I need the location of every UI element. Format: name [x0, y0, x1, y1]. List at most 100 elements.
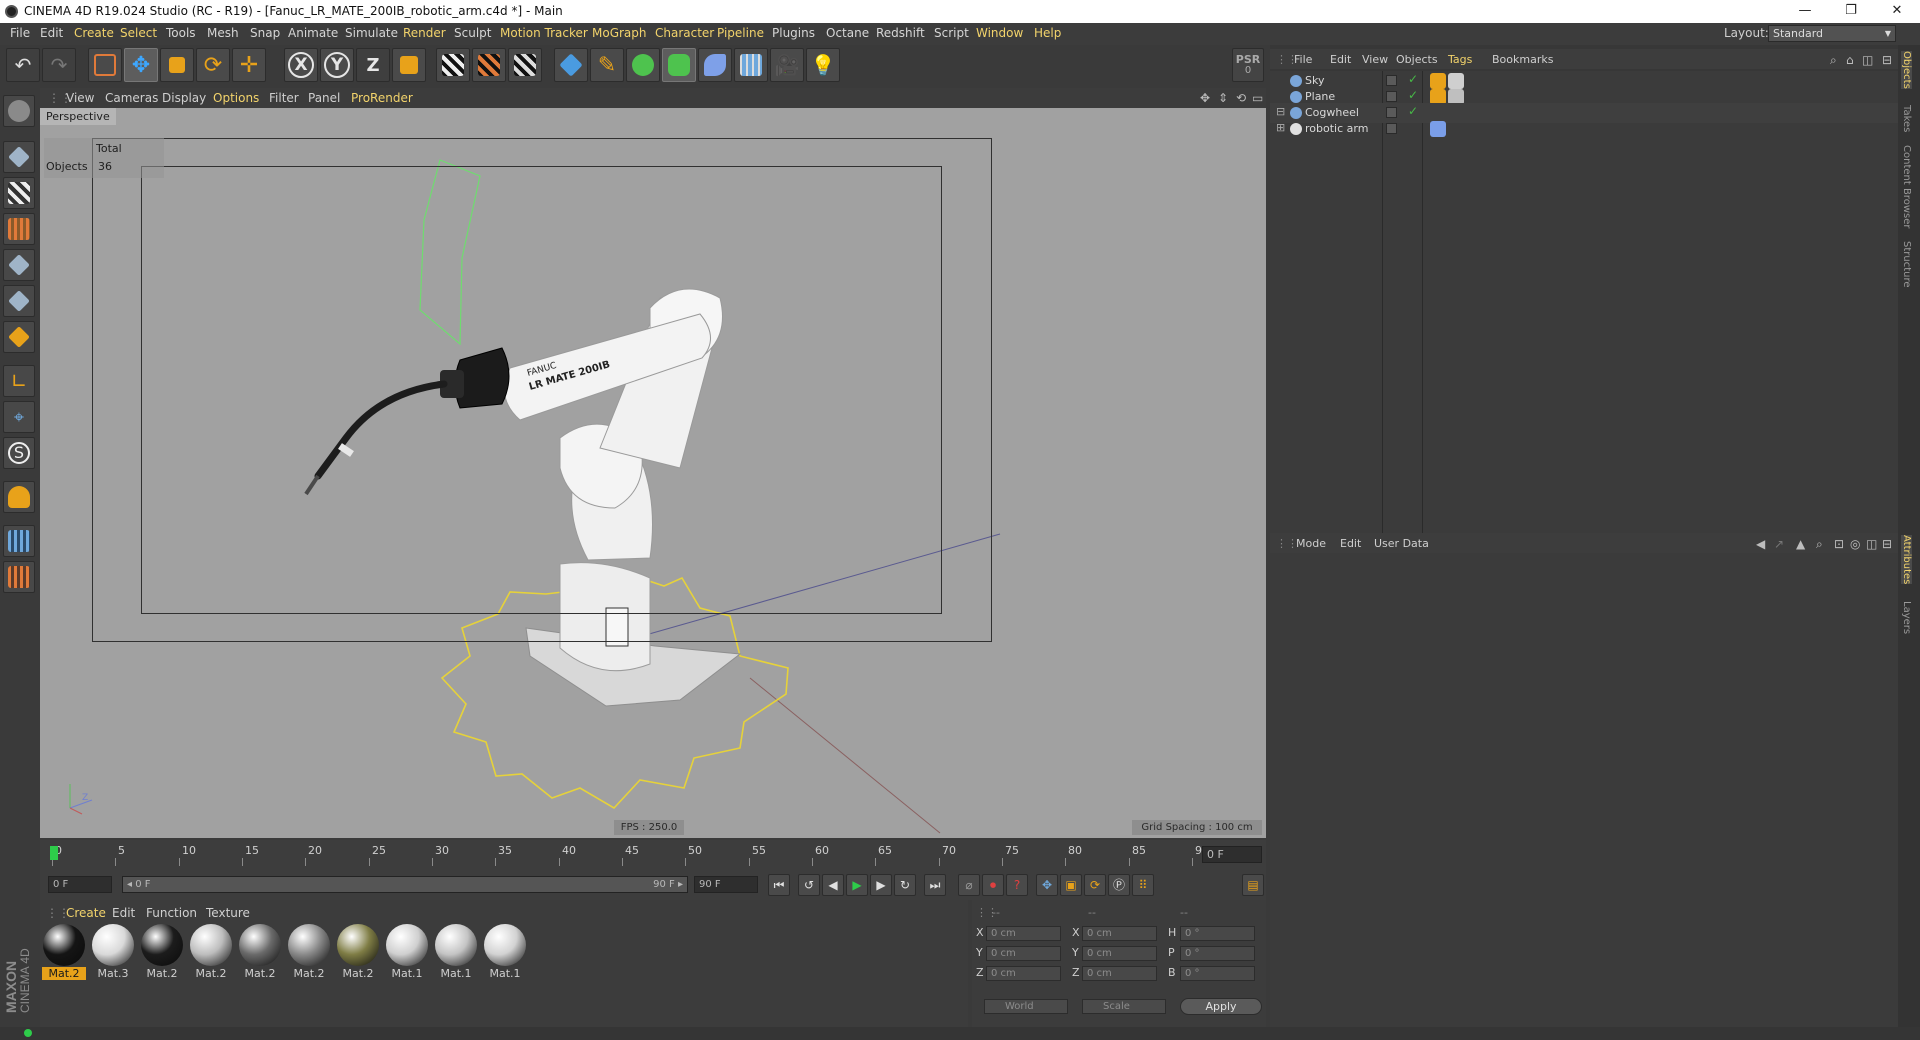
frame-range-slider[interactable]: ◂ 0 F 90 F ▸	[122, 876, 688, 893]
next-key-button[interactable]: ↻	[894, 874, 916, 896]
timeline-window-button[interactable]: ▤	[1242, 874, 1264, 896]
forward-arrow-icon[interactable]: ↗	[1774, 537, 1784, 551]
material-menu-texture[interactable]: Texture	[206, 906, 250, 920]
key-scale-button[interactable]: ▣	[1060, 874, 1082, 896]
side-tab-attributes[interactable]: Attributes	[1901, 535, 1912, 585]
subdivision-surface-button[interactable]	[626, 48, 660, 82]
planar-workplane-button[interactable]	[3, 561, 35, 593]
attribute-menu-edit[interactable]: Edit	[1340, 537, 1361, 550]
rotation-p-field[interactable]: 0 °	[1180, 946, 1255, 961]
up-arrow-icon[interactable]: ▲	[1796, 537, 1805, 551]
object-menu-edit[interactable]: Edit	[1330, 53, 1351, 66]
goto-start-button[interactable]: ⏮	[768, 874, 790, 896]
perspective-viewport[interactable]: FANUC LR MATE 200IB Perspective Total Ob…	[40, 108, 1266, 838]
tag-icon[interactable]	[1430, 121, 1446, 137]
menu-render[interactable]: Render	[403, 26, 446, 40]
texture-mode-button[interactable]	[3, 177, 35, 209]
new-view-icon[interactable]: ◫	[1866, 537, 1877, 551]
material-swatch[interactable]: Mat.1	[483, 924, 527, 982]
move-tool-button[interactable]: ✥	[124, 48, 158, 82]
end-frame-field[interactable]: 90 F	[694, 876, 758, 893]
menu-character[interactable]: Character	[655, 26, 714, 40]
magnet-button[interactable]	[3, 481, 35, 513]
deformer-button[interactable]	[698, 48, 732, 82]
material-menu-edit[interactable]: Edit	[112, 906, 135, 920]
make-editable-button[interactable]	[3, 95, 35, 127]
layer-visibility-toggle[interactable]	[1386, 75, 1397, 86]
attribute-menu-mode[interactable]: Mode	[1296, 537, 1326, 550]
enabled-check-icon[interactable]: ✓	[1408, 72, 1418, 86]
scale-tool-button[interactable]	[160, 48, 194, 82]
menu-file[interactable]: File	[10, 26, 30, 40]
material-swatch[interactable]: Mat.2	[287, 924, 331, 982]
object-menu-objects[interactable]: Objects	[1396, 53, 1438, 66]
close-button[interactable]: ✕	[1874, 0, 1920, 23]
menu-help[interactable]: Help	[1034, 26, 1061, 40]
menu-simulate[interactable]: Simulate	[345, 26, 398, 40]
menu-window[interactable]: Window	[976, 26, 1023, 40]
keyframe-selection-button[interactable]: ⌀	[958, 874, 980, 896]
close-panel-icon[interactable]: ⊟	[1882, 537, 1892, 551]
timeline-ruler[interactable]: 051015202530354045505560657075808590 0 F	[40, 840, 1266, 870]
target-icon[interactable]: ◎	[1850, 537, 1860, 551]
menu-tools[interactable]: Tools	[166, 26, 196, 40]
model-mode-button[interactable]	[3, 141, 35, 173]
side-tab-layers[interactable]: Layers	[1901, 601, 1912, 634]
size-z-field[interactable]: 0 cm	[1082, 966, 1157, 981]
rotation-b-field[interactable]: 0 °	[1180, 966, 1255, 981]
points-mode-button[interactable]	[3, 249, 35, 281]
search-icon[interactable]: ⌕	[1830, 53, 1837, 68]
expand-toggle-icon[interactable]: ⊞	[1276, 121, 1285, 134]
polygons-mode-button[interactable]	[3, 321, 35, 353]
key-parameter-button[interactable]: Ⓟ	[1108, 874, 1130, 896]
apply-button[interactable]: Apply	[1180, 998, 1262, 1015]
coordinate-mode-select[interactable]: World	[984, 999, 1068, 1014]
x-axis-button[interactable]: X	[284, 48, 318, 82]
cube-primitive-button[interactable]	[554, 48, 588, 82]
pen-spline-button[interactable]: ✎	[590, 48, 624, 82]
render-picture-viewer-button[interactable]	[472, 48, 506, 82]
material-swatch[interactable]: Mat.2	[42, 924, 86, 982]
menu-mesh[interactable]: Mesh	[207, 26, 239, 40]
side-tab-structure[interactable]: Structure	[1901, 241, 1912, 288]
menu-pipeline[interactable]: Pipeline	[717, 26, 764, 40]
object-name[interactable]: Sky	[1305, 74, 1324, 87]
live-selection-button[interactable]	[88, 48, 122, 82]
key-position-button[interactable]: ✥	[1036, 874, 1058, 896]
viewport-menu-prorender[interactable]: ProRender	[351, 91, 413, 105]
position-z-field[interactable]: 0 cm	[986, 966, 1061, 981]
workplane-lock-button[interactable]	[3, 525, 35, 557]
enabled-check-icon[interactable]: ✓	[1408, 88, 1418, 102]
render-settings-button[interactable]	[508, 48, 542, 82]
side-tab-objects[interactable]: Objects	[1901, 51, 1912, 89]
menu-octane[interactable]: Octane	[826, 26, 869, 40]
material-swatch[interactable]: Mat.1	[434, 924, 478, 982]
next-frame-button[interactable]: ▶	[870, 874, 892, 896]
position-x-field[interactable]: 0 cm	[986, 926, 1061, 941]
axis-mode-button[interactable]: ∟	[3, 365, 35, 397]
lock-icon[interactable]: ⊡	[1834, 537, 1844, 551]
menu-plugins[interactable]: Plugins	[772, 26, 815, 40]
layer-visibility-toggle[interactable]	[1386, 123, 1397, 134]
previous-key-button[interactable]: ↺	[798, 874, 820, 896]
record-button[interactable]: ⏺	[982, 874, 1004, 896]
undo-button[interactable]: ↶	[6, 48, 40, 82]
redo-button[interactable]: ↷	[42, 48, 76, 82]
material-swatch[interactable]: Mat.3	[91, 924, 135, 982]
material-swatch[interactable]: Mat.2	[140, 924, 184, 982]
material-menu-create[interactable]: Create	[66, 906, 106, 920]
object-name[interactable]: Cogwheel	[1305, 106, 1359, 119]
playhead-marker[interactable]	[50, 846, 58, 860]
coordinate-scale-select[interactable]: Scale	[1082, 999, 1166, 1014]
object-menu-view[interactable]: View	[1362, 53, 1388, 66]
viewport-rotate-icon[interactable]: ⟲	[1236, 91, 1246, 105]
layout-select[interactable]: Standard ▼	[1768, 25, 1896, 42]
close-panel-icon[interactable]: ⊟	[1882, 53, 1892, 67]
material-swatch[interactable]: Mat.2	[189, 924, 233, 982]
layer-visibility-toggle[interactable]	[1386, 107, 1397, 118]
workplane-mode-button[interactable]	[3, 213, 35, 245]
menu-edit[interactable]: Edit	[40, 26, 63, 40]
menu-select[interactable]: Select	[120, 26, 157, 40]
transform-tool-button[interactable]: ✛	[232, 48, 266, 82]
start-frame-field[interactable]: 0 F	[48, 876, 112, 893]
